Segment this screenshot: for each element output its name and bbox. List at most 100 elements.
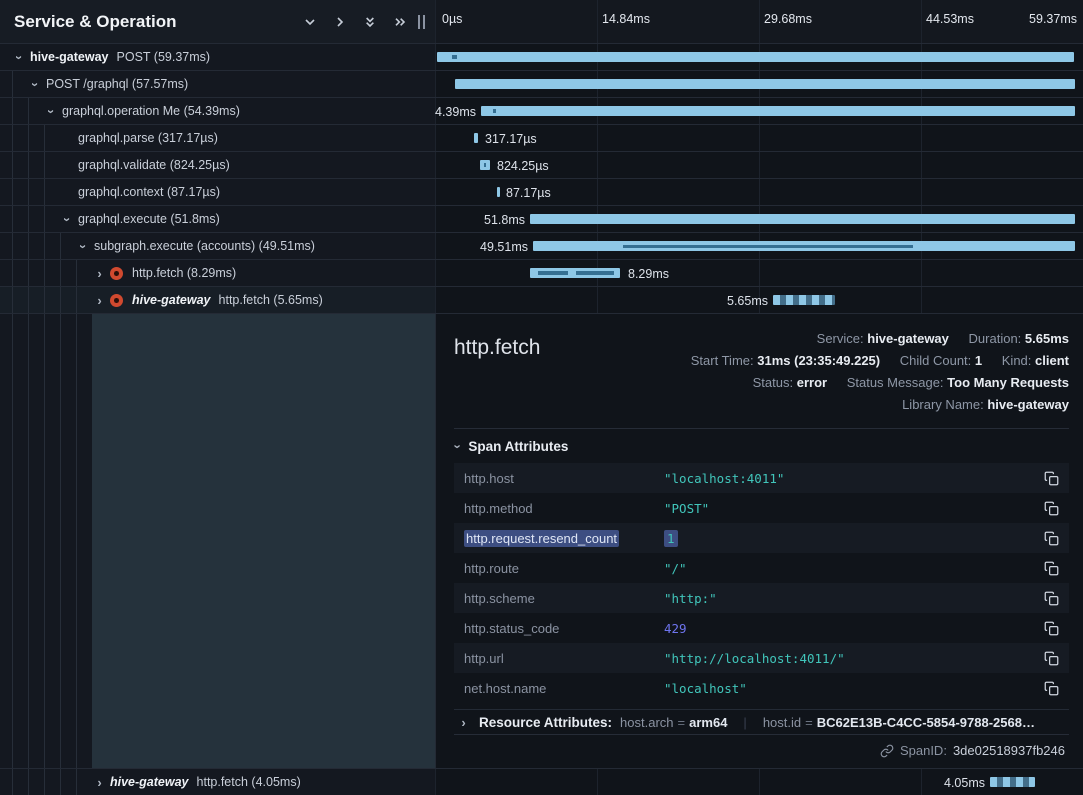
copy-icon[interactable] bbox=[1044, 471, 1059, 486]
span-bar[interactable] bbox=[481, 106, 1075, 116]
operation-label: http.fetch (5.65ms) bbox=[219, 293, 323, 307]
span-attributes-header[interactable]: › Span Attributes bbox=[454, 428, 1069, 463]
service-name: hive-gateway bbox=[132, 293, 211, 307]
span-row[interactable]: › http.fetch (8.29ms) bbox=[0, 260, 435, 286]
operation-label: graphql.validate (824.25µs) bbox=[78, 158, 230, 172]
span-bar[interactable] bbox=[480, 160, 490, 170]
span-meta: Service: hive-gateway Duration: 5.65ms S… bbox=[691, 328, 1069, 416]
collapse-caret-icon[interactable]: › bbox=[13, 50, 26, 65]
collapse-caret-icon[interactable]: › bbox=[61, 212, 74, 227]
ruler-tick: 59.37ms bbox=[1029, 12, 1077, 26]
copy-icon[interactable] bbox=[1044, 531, 1059, 546]
expand-caret-icon: › bbox=[456, 716, 471, 729]
span-row[interactable]: › hive-gateway http.fetch (4.05ms) bbox=[0, 769, 435, 795]
span-row[interactable]: › subgraph.execute (accounts) (49.51ms) bbox=[0, 233, 435, 259]
bar-duration-label: 5.65ms bbox=[727, 294, 768, 308]
ruler-tick: 29.68ms bbox=[764, 12, 812, 26]
span-id-label: SpanID: bbox=[900, 743, 947, 758]
span-bar[interactable] bbox=[497, 187, 500, 197]
span-band: › hive-gateway http.fetch (5.65ms) 5.65m… bbox=[0, 287, 1083, 314]
bar-duration-label: 54.39ms bbox=[435, 105, 476, 119]
resource-attributes-row[interactable]: › Resource Attributes: host.arch=arm64 |… bbox=[454, 709, 1069, 734]
meta-line: Service: hive-gateway Duration: 5.65ms bbox=[691, 328, 1069, 350]
collapse-caret-icon[interactable]: › bbox=[45, 104, 58, 119]
timeline-cell bbox=[435, 44, 1083, 70]
timeline-cell: 51.8ms bbox=[435, 206, 1083, 232]
copy-icon[interactable] bbox=[1044, 621, 1059, 636]
bar-duration-label: 51.8ms bbox=[484, 213, 525, 227]
expand-caret-icon[interactable]: › bbox=[92, 267, 107, 280]
panel-title: Service & Operation bbox=[14, 12, 177, 32]
bar-duration-label: 4.05ms bbox=[944, 776, 985, 790]
span-row[interactable]: › graphql.operation Me (54.39ms) bbox=[0, 98, 435, 124]
selected-span-highlight bbox=[92, 314, 435, 768]
span-row[interactable]: › graphql.context (87.17µs) bbox=[0, 179, 435, 205]
attribute-value: 429 bbox=[664, 621, 687, 636]
timeline-cell: 49.51ms bbox=[435, 233, 1083, 259]
attribute-row: http.scheme "http:" bbox=[454, 583, 1069, 613]
attribute-key: http.status_code bbox=[464, 621, 664, 636]
operation-label: http.fetch (8.29ms) bbox=[132, 266, 236, 280]
timeline-cell: 87.17µs bbox=[435, 179, 1083, 205]
attribute-key: http.scheme bbox=[464, 591, 664, 606]
span-band: › graphql.validate (824.25µs) 824.25µs bbox=[0, 152, 1083, 179]
attribute-key: http.request.resend_count bbox=[464, 531, 664, 546]
copy-icon[interactable] bbox=[1044, 591, 1059, 606]
timeline-cell bbox=[435, 71, 1083, 97]
chevron-right-icon[interactable] bbox=[332, 14, 348, 30]
attributes-table: http.host "localhost:4011" http.method "… bbox=[454, 463, 1069, 703]
attribute-row: http.status_code 429 bbox=[454, 613, 1069, 643]
expand-caret-icon[interactable]: › bbox=[92, 294, 107, 307]
span-row-selected[interactable]: › hive-gateway http.fetch (5.65ms) bbox=[0, 287, 435, 313]
timeline-cell: 8.29ms bbox=[435, 260, 1083, 286]
span-bar[interactable] bbox=[990, 777, 1035, 787]
span-bar[interactable] bbox=[530, 214, 1075, 224]
attribute-key: http.method bbox=[464, 501, 664, 516]
bar-duration-label: 8.29ms bbox=[628, 267, 669, 281]
span-row[interactable]: › POST /graphql (57.57ms) bbox=[0, 71, 435, 97]
span-band: › graphql.execute (51.8ms) 51.8ms bbox=[0, 206, 1083, 233]
panel-resize-handle[interactable] bbox=[418, 15, 425, 29]
trace-viewer: Service & Operation 0µs 14.84ms 29.68ms … bbox=[0, 0, 1083, 795]
double-chevron-right-icon[interactable] bbox=[392, 14, 408, 30]
copy-icon[interactable] bbox=[1044, 561, 1059, 576]
span-bar[interactable] bbox=[773, 295, 835, 305]
chevron-down-icon[interactable] bbox=[302, 14, 318, 30]
error-icon bbox=[110, 294, 123, 307]
operation-label: graphql.context (87.17µs) bbox=[78, 185, 220, 199]
attribute-row: http.host "localhost:4011" bbox=[454, 463, 1069, 493]
bar-duration-label: 87.17µs bbox=[506, 186, 551, 200]
span-band: › graphql.context (87.17µs) 87.17µs bbox=[0, 179, 1083, 206]
span-row[interactable]: › hive-gateway POST (59.37ms) bbox=[0, 44, 435, 70]
span-row[interactable]: › graphql.parse (317.17µs) bbox=[0, 125, 435, 151]
double-chevron-down-icon[interactable] bbox=[362, 14, 378, 30]
collapse-caret-icon[interactable]: › bbox=[77, 239, 90, 254]
copy-icon[interactable] bbox=[1044, 651, 1059, 666]
attribute-key: http.route bbox=[464, 561, 664, 576]
operation-label: POST (59.37ms) bbox=[117, 50, 211, 64]
span-detail-band: http.fetch Service: hive-gateway Duratio… bbox=[0, 314, 1083, 768]
span-bar[interactable] bbox=[533, 241, 1075, 251]
operation-label: graphql.execute (51.8ms) bbox=[78, 212, 220, 226]
span-bar[interactable] bbox=[474, 133, 478, 143]
top-bar: Service & Operation 0µs 14.84ms 29.68ms … bbox=[0, 0, 1083, 44]
ruler-tick: 0µs bbox=[442, 12, 462, 26]
span-row[interactable]: › graphql.execute (51.8ms) bbox=[0, 206, 435, 232]
collapse-caret-icon[interactable]: › bbox=[29, 77, 42, 92]
span-bar[interactable] bbox=[455, 79, 1075, 89]
timeline-cell: 5.65ms bbox=[435, 287, 1083, 313]
link-icon bbox=[880, 744, 894, 758]
operation-label: POST /graphql (57.57ms) bbox=[46, 77, 188, 91]
service-operation-header: Service & Operation bbox=[0, 0, 435, 43]
operation-label: graphql.parse (317.17µs) bbox=[78, 131, 218, 145]
span-row[interactable]: › graphql.validate (824.25µs) bbox=[0, 152, 435, 178]
span-bar[interactable] bbox=[437, 52, 1074, 62]
service-name: hive-gateway bbox=[110, 775, 189, 789]
span-bar[interactable] bbox=[530, 268, 620, 278]
copy-icon[interactable] bbox=[1044, 681, 1059, 696]
section-caret-icon: › bbox=[452, 445, 465, 449]
expand-caret-icon[interactable]: › bbox=[92, 776, 107, 789]
copy-icon[interactable] bbox=[1044, 501, 1059, 516]
resource-attributes-title: Resource Attributes: bbox=[479, 715, 612, 730]
attribute-value: "localhost:4011" bbox=[664, 471, 784, 486]
